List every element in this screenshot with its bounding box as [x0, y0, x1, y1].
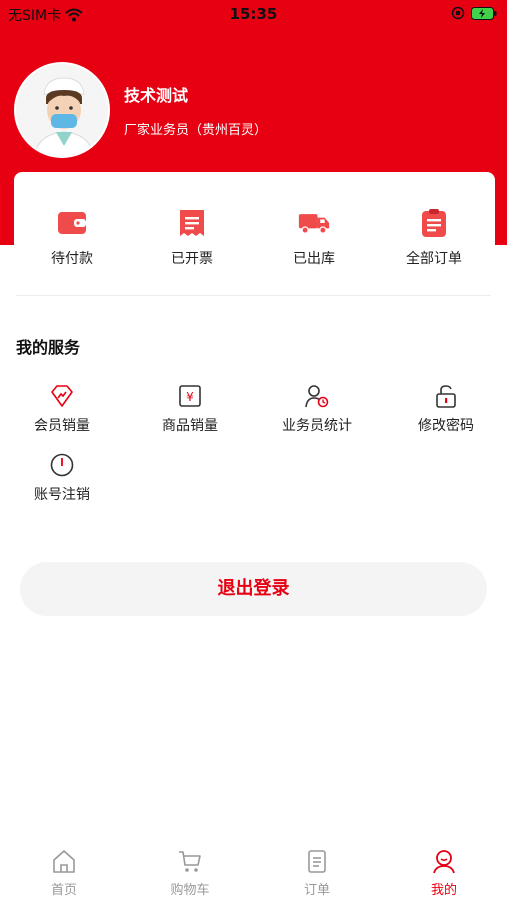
- service-account-cancel[interactable]: 账号注销: [12, 452, 112, 504]
- order-pending-payment[interactable]: 待付款: [22, 208, 122, 268]
- home-icon: [53, 850, 75, 873]
- user-role: 厂家业务员（贵州百灵）: [124, 123, 268, 138]
- tab-profile[interactable]: 我的: [404, 848, 484, 898]
- service-change-password[interactable]: 修改密码: [396, 383, 496, 435]
- order-invoiced[interactable]: 已开票: [142, 208, 242, 268]
- service-label: 会员销量: [34, 418, 90, 434]
- orientation-lock-icon: [451, 6, 465, 20]
- wallet-icon: [58, 212, 86, 234]
- product-sales-icon: ¥: [179, 385, 201, 407]
- order-all[interactable]: 全部订单: [384, 208, 484, 268]
- receipt-icon: [180, 210, 204, 236]
- order-label: 全部订单: [406, 251, 462, 267]
- avatar[interactable]: [14, 62, 110, 158]
- power-icon: [50, 453, 74, 477]
- clipboard-icon: [422, 209, 446, 237]
- member-sales-icon: [51, 385, 73, 407]
- order-list-icon: [308, 850, 326, 873]
- divider: [16, 295, 491, 296]
- order-label: 已出库: [293, 251, 335, 267]
- tab-label: 购物车: [170, 883, 210, 898]
- clock: 15:35: [229, 5, 278, 23]
- tab-home[interactable]: 首页: [24, 848, 104, 898]
- tab-cart[interactable]: 购物车: [150, 848, 230, 898]
- order-label: 已开票: [171, 251, 213, 267]
- service-label: 修改密码: [418, 418, 474, 434]
- service-label: 商品销量: [162, 418, 218, 434]
- battery-icon: [471, 6, 497, 20]
- service-label: 业务员统计: [282, 418, 352, 434]
- service-product-sales[interactable]: ¥ 商品销量: [140, 383, 240, 435]
- lock-icon: [436, 385, 456, 408]
- tab-label: 首页: [50, 883, 77, 898]
- profile-icon: [433, 850, 455, 874]
- user-name: 技术测试: [124, 86, 189, 105]
- svg-text:¥: ¥: [186, 390, 194, 404]
- nurse-avatar-icon: [16, 64, 108, 156]
- service-salesman-stats[interactable]: 业务员统计: [267, 383, 367, 435]
- status-bar: 无SIM卡 15:35: [0, 0, 507, 28]
- salesman-stats-icon: [305, 385, 329, 408]
- tab-orders[interactable]: 订单: [277, 848, 357, 898]
- tab-label: 我的: [430, 883, 457, 898]
- service-label: 账号注销: [34, 487, 90, 503]
- order-label: 待付款: [51, 251, 93, 267]
- services-title: 我的服务: [16, 338, 81, 357]
- tab-label: 订单: [303, 883, 330, 898]
- order-shipped[interactable]: 已出库: [264, 208, 364, 268]
- order-status-card: 待付款 已开票 已出库 全部订单: [14, 172, 495, 292]
- logout-button[interactable]: 退出登录: [20, 562, 487, 616]
- truck-icon: [298, 214, 330, 234]
- service-member-sales[interactable]: 会员销量: [12, 383, 112, 435]
- bottom-tab-bar: 首页 购物车 订单 我的: [0, 836, 507, 900]
- cart-icon: [179, 851, 201, 872]
